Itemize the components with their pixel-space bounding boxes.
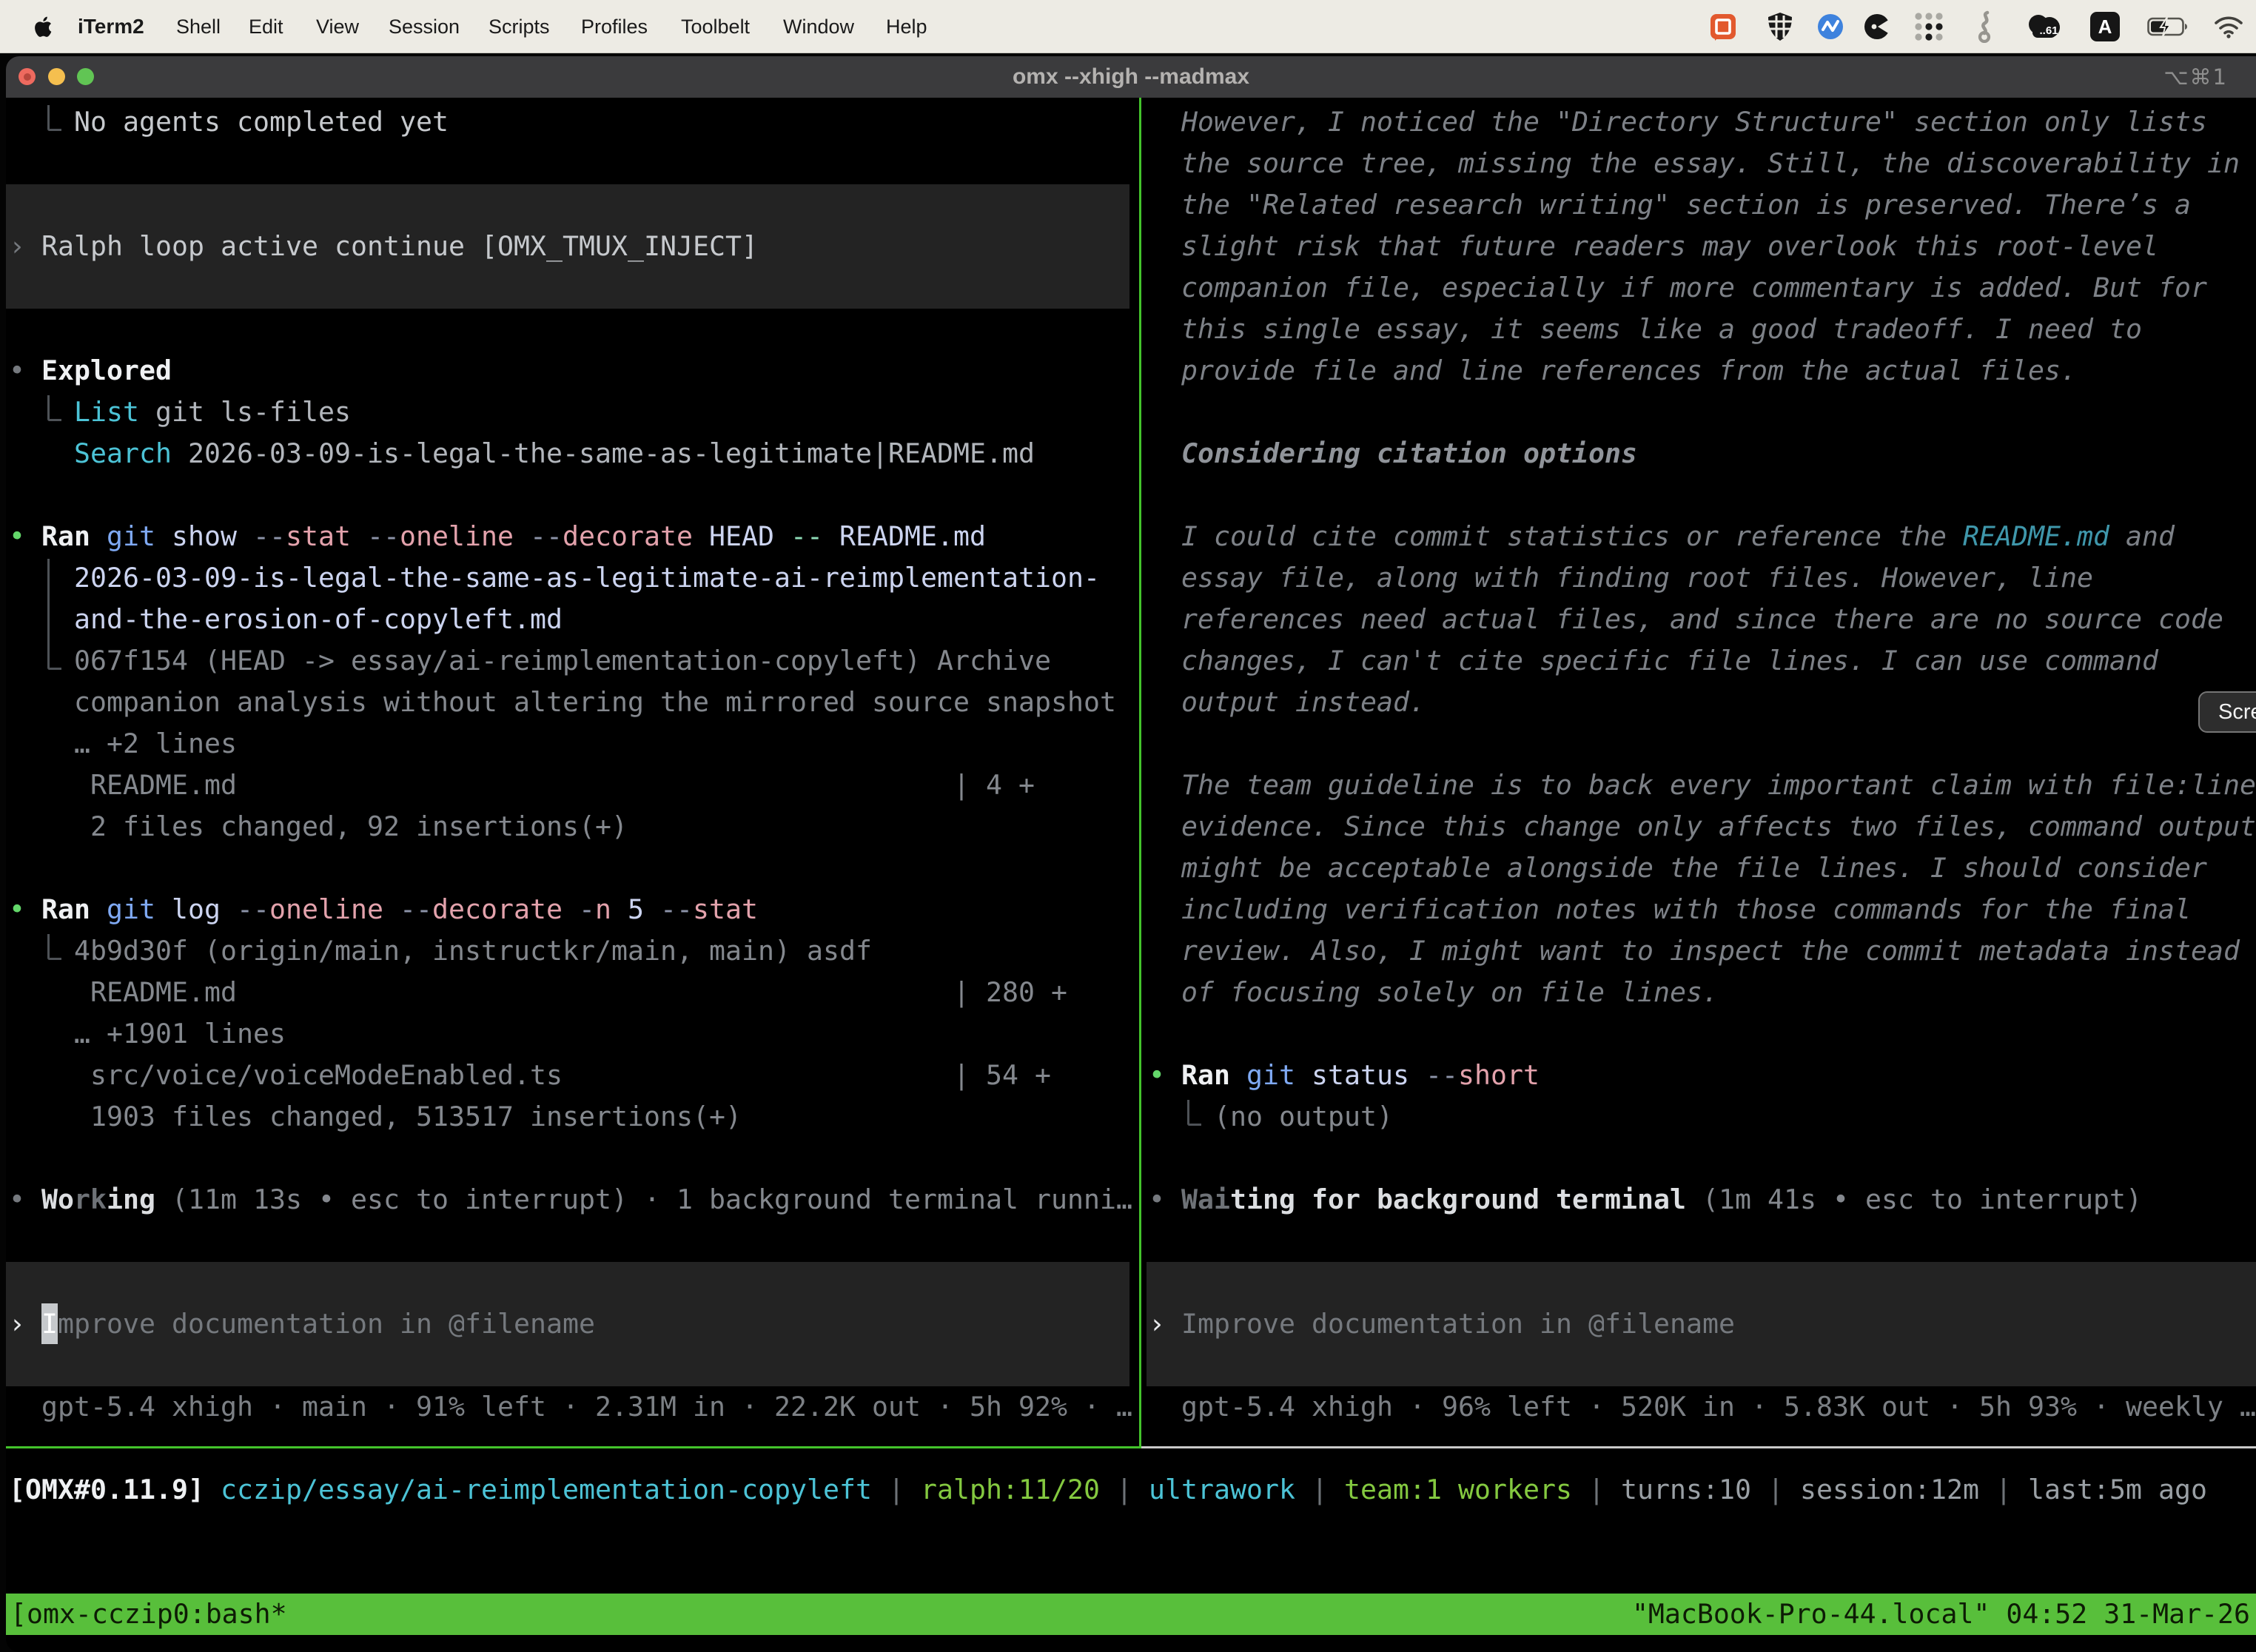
terminal-line: › Improve documentation in @filename [1149,1303,1735,1345]
tree-connector [47,934,61,960]
terminal-line: evidence. Since this change only affects… [1149,806,2256,847]
terminal-line: … +1901 lines [9,1013,286,1055]
terminal-line: • Working (11m 13s • esc to interrupt) ·… [9,1179,1132,1220]
tmux-pane-border-right [1141,1446,2256,1448]
terminal-line: essay file, along with finding root file… [1149,557,2093,599]
terminal-line: changes, I can't cite specific file line… [1149,640,2158,682]
tree-connector [47,395,61,421]
svg-text:A: A [2098,16,2112,38]
terminal-line: might be acceptable alongside the file l… [1149,847,2207,889]
tmux-host-clock: "MacBook-Pro-44.local" 04:52 31-Mar-26 [1632,1594,2250,1635]
terminal-line: (no output) [1149,1096,1393,1138]
terminal-line: Considering citation options [1149,433,1637,474]
menu-item-profiles[interactable]: Profiles [581,0,648,53]
terminal-line: review. Also, I might want to inspect th… [1149,930,2240,972]
terminal-line: including verification notes with those … [1149,889,2191,930]
terminal-line: of focusing solely on file lines. [1149,972,1719,1013]
terminal-line: the "Related research writing" section i… [1149,184,2191,226]
terminal-line: companion analysis without altering the … [9,682,1116,723]
terminal-line: output instead. [1149,682,1426,723]
terminal-line: README.md | 280 + [9,972,1067,1013]
menu-bar: iTerm2 Shell Edit View Session Scripts Profil… [0,0,2256,53]
menu-item-help[interactable]: Help [886,0,927,53]
menu-item-window[interactable]: Window [783,0,854,53]
menu-item-shell[interactable]: Shell [176,0,221,53]
tree-connector [47,559,61,670]
tmux-pane-divider[interactable] [1139,98,1141,1446]
screen-share-chip[interactable]: Scre [2198,691,2256,733]
terminal-line: • Waiting for background terminal (1m 41… [1149,1179,2142,1220]
menu-item-edit[interactable]: Edit [249,0,283,53]
terminal-line: Search 2026-03-09-is-legal-the-same-as-l… [9,433,1035,474]
terminal-line: 2026-03-09-is-legal-the-same-as-legitima… [9,557,1100,599]
terminal-line: • Ran git log --oneline --decorate -n 5 … [9,889,758,930]
terminal-line: 1903 files changed, 513517 insertions(+) [9,1096,742,1138]
tree-connector [47,105,61,131]
terminal-line: 4b9d30f (origin/main, instructkr/main, m… [9,930,872,972]
menu-item-scripts[interactable]: Scripts [489,0,550,53]
terminal-line: src/voice/voiceModeEnabled.ts | 54 + [9,1055,1051,1096]
terminal-line: provide file and line references from th… [1149,350,2077,392]
terminal-line: › Ralph loop active continue [OMX_TMUX_I… [9,226,758,267]
terminal-content: No agents completed yet › Ralph loop acti… [6,98,2256,1652]
terminal-line: 2 files changed, 92 insertions(+) [9,806,628,847]
terminal-line: The team guideline is to back every impo… [1149,765,2256,806]
terminal-line: and-the-erosion-of-copyleft.md [9,599,563,640]
terminal-line: references need actual files, and since … [1149,599,2223,640]
svg-text:..61: ..61 [2039,24,2058,37]
tmux-status-bar: [omx-cczip0:bash* "MacBook-Pro-44.local"… [6,1594,2256,1635]
menu-item-view[interactable]: View [316,0,359,53]
terminal-line: README.md | 4 + [9,765,1035,806]
terminal-line: • Explored [9,350,172,392]
apple-icon[interactable] [33,15,53,39]
tmux-session-label: [omx-cczip0:bash* [10,1594,287,1635]
tmux-pane-border-left [6,1446,1141,1448]
terminal-line: this single essay, it seems like a good … [1149,309,2142,350]
terminal-line: 067f154 (HEAD -> essay/ai-reimplementati… [9,640,1051,682]
terminal-line: • Ran git status --short [1149,1055,1540,1096]
terminal-line: › Improve documentation in @filename [9,1303,595,1345]
omx-status-line: [OMX#0.11.9] cczip/essay/ai-reimplementa… [9,1469,2207,1511]
terminal-line: … +2 lines [9,723,237,765]
terminal-line: I could cite commit statistics or refere… [1149,516,2175,557]
window-title: omx --xhigh --madmax [6,64,2256,90]
terminal-line: slight risk that future readers may over… [1149,226,2158,267]
menu-item-iterm2[interactable]: iTerm2 [78,0,144,53]
tree-connector [1187,1100,1201,1126]
terminal-line: gpt-5.4 xhigh · 96% left · 520K in · 5.8… [1149,1386,2256,1428]
terminal-line: No agents completed yet [9,101,449,143]
menu-item-toolbelt[interactable]: Toolbelt [681,0,750,53]
menu-item-session[interactable]: Session [389,0,460,53]
screen-share-label: Scre [2218,700,2256,724]
terminal-line: gpt-5.4 xhigh · main · 91% left · 2.31M … [9,1386,1132,1428]
terminal-line: • Ran git show --stat --oneline --decora… [9,516,986,557]
terminal-line: companion file, especially if more comme… [1149,267,2207,309]
terminal-cursor: I [41,1303,58,1344]
iterm2-window: No agents completed yet › Ralph loop acti… [6,56,2256,1652]
terminal-line: However, I noticed the "Directory Struct… [1149,101,2207,143]
terminal-line: the source tree, missing the essay. Stil… [1149,143,2240,184]
window-shortcut-badge: ⌥⌘1 [2163,64,2228,90]
